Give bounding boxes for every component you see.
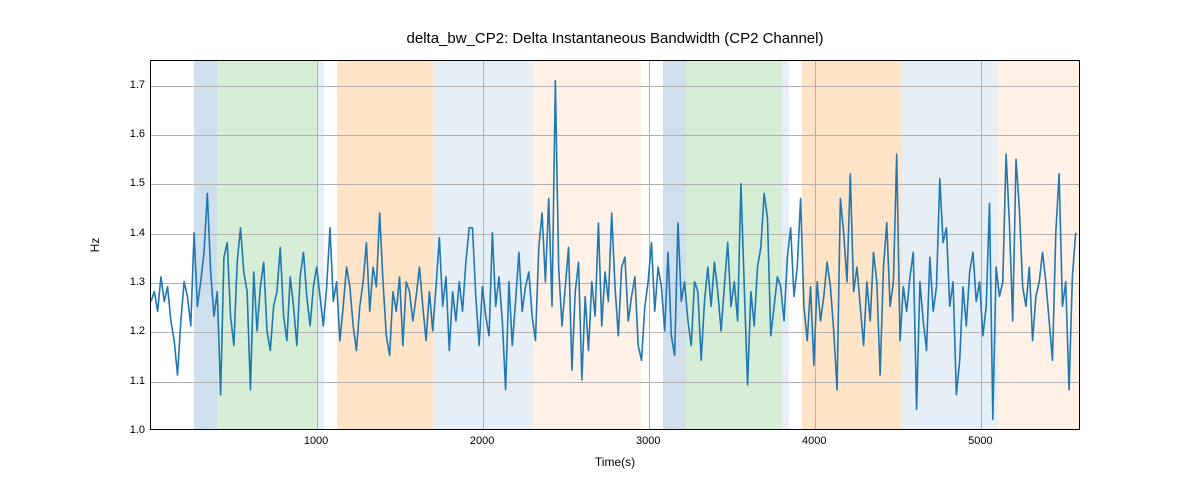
x-tick-label: 3000 — [636, 435, 660, 447]
y-tick-label: 1.3 — [130, 276, 145, 288]
x-tick-label: 2000 — [470, 435, 494, 447]
plot-area — [150, 60, 1080, 430]
x-tick-label: 4000 — [802, 435, 826, 447]
chart-figure: delta_bw_CP2: Delta Instantaneous Bandwi… — [0, 0, 1200, 500]
x-tick-label: 5000 — [968, 435, 992, 447]
y-tick-label: 1.5 — [130, 177, 145, 189]
y-tick-label: 1.1 — [130, 375, 145, 387]
y-tick-label: 1.0 — [130, 424, 145, 436]
chart-title: delta_bw_CP2: Delta Instantaneous Bandwi… — [150, 30, 1080, 47]
y-tick-label: 1.4 — [130, 227, 145, 239]
x-tick-label: 1000 — [304, 435, 328, 447]
y-axis-label: Hz — [88, 238, 102, 253]
y-tick-label: 1.2 — [130, 325, 145, 337]
x-axis-label: Time(s) — [150, 455, 1080, 469]
y-tick-label: 1.7 — [130, 79, 145, 91]
y-tick-label: 1.6 — [130, 128, 145, 140]
data-line — [151, 61, 1079, 429]
series-line — [151, 81, 1076, 420]
